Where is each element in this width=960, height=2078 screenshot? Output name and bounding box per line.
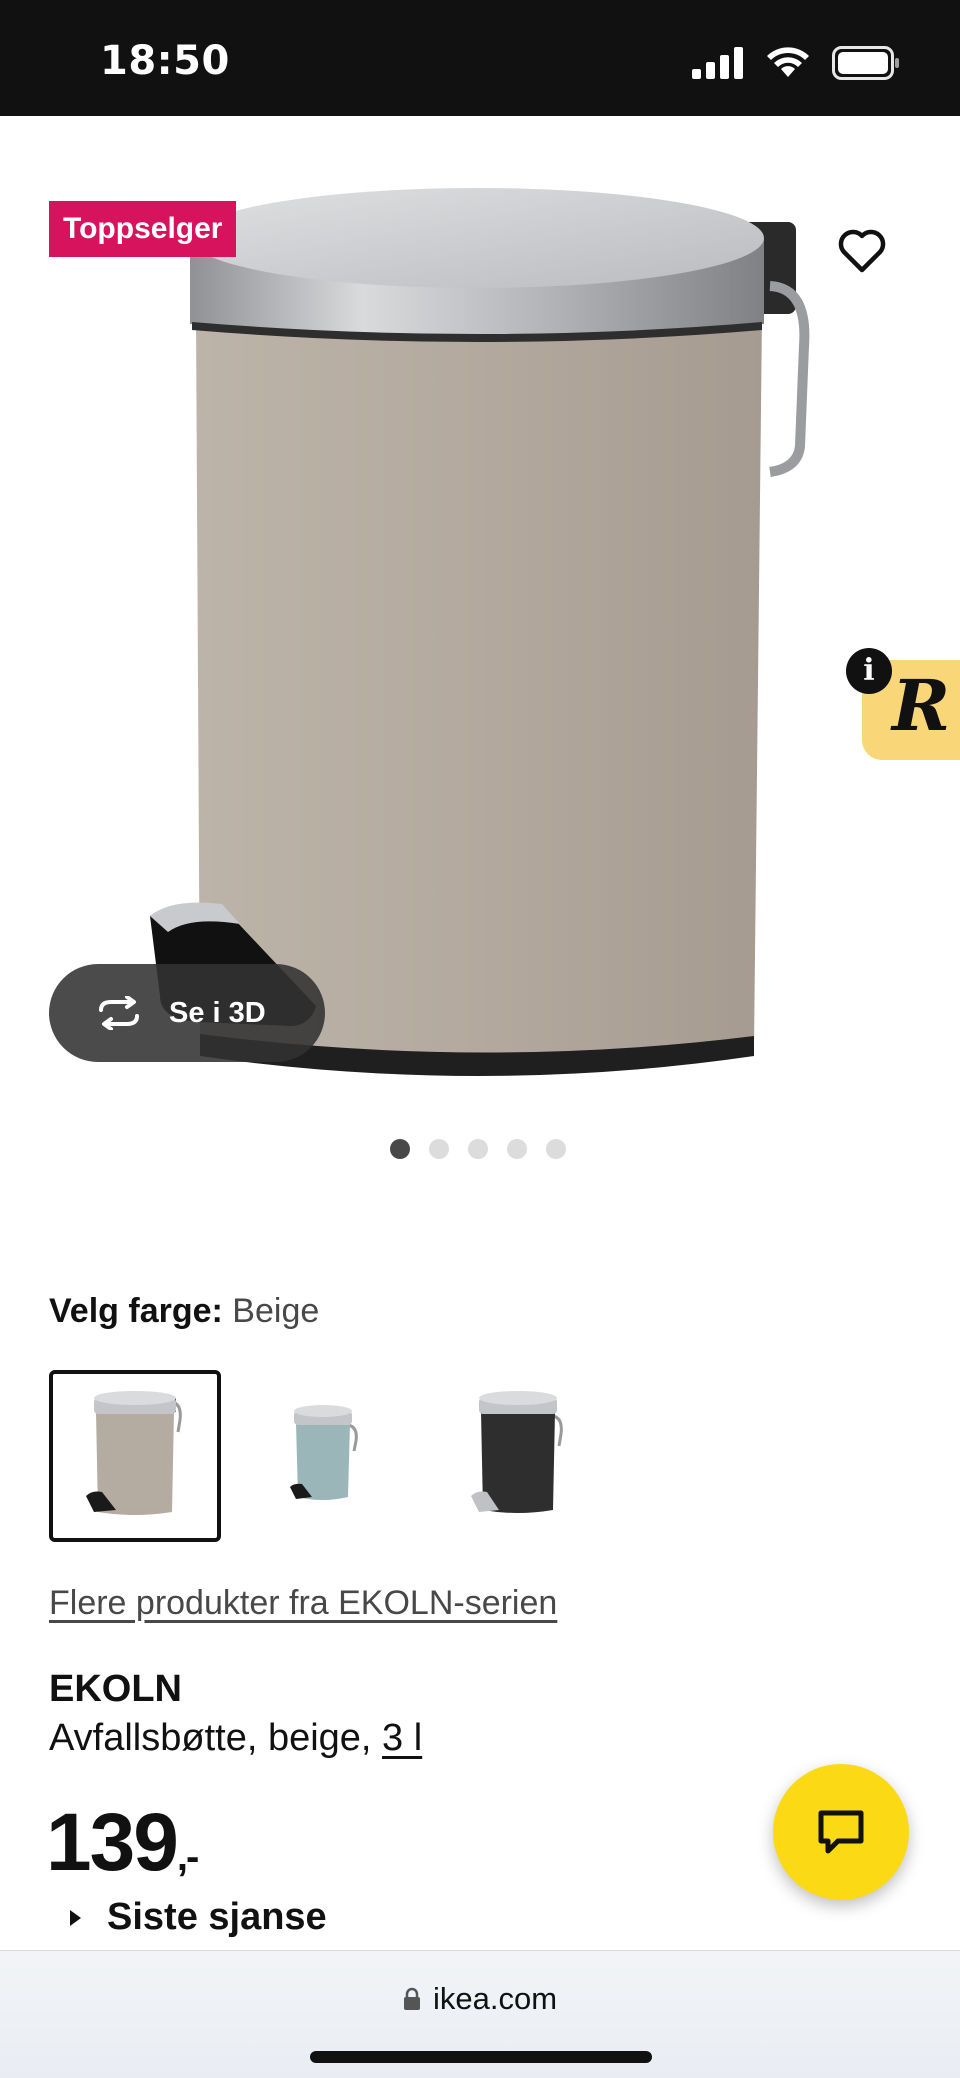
view-3d-button[interactable]: Se i 3D xyxy=(49,964,325,1062)
color-swatch-beige[interactable] xyxy=(49,1370,221,1542)
carousel-dot[interactable] xyxy=(390,1139,410,1159)
status-icons xyxy=(692,46,900,80)
chat-button[interactable] xyxy=(773,1764,909,1900)
bin-thumbnail xyxy=(471,1391,563,1513)
carousel-dot[interactable] xyxy=(468,1139,488,1159)
browser-bar: ikea.com xyxy=(0,1950,960,2078)
carousel-indicator xyxy=(390,1139,566,1159)
retailer-widget[interactable]: R i xyxy=(846,648,960,760)
bin-thumbnail xyxy=(86,1391,182,1515)
home-indicator[interactable] xyxy=(310,2051,652,2063)
product-description-text: Avfallsbøtte, beige, xyxy=(49,1717,383,1759)
address-bar[interactable]: ikea.com xyxy=(0,1981,960,2017)
series-link[interactable]: Flere produkter fra EKOLN-serien xyxy=(49,1584,557,1623)
color-swatch-turquoise[interactable] xyxy=(240,1370,412,1542)
color-label: Velg farge: xyxy=(49,1292,223,1330)
color-value: Beige xyxy=(232,1292,320,1330)
color-swatches xyxy=(49,1370,603,1542)
carousel-dot[interactable] xyxy=(546,1139,566,1159)
wifi-icon xyxy=(767,47,809,77)
color-selector-heading: Velg farge: Beige xyxy=(49,1292,319,1331)
carousel-dot[interactable] xyxy=(507,1139,527,1159)
rotate-3d-icon xyxy=(99,996,139,1030)
product-price: 139,- xyxy=(46,1796,199,1890)
topseller-badge: Toppselger xyxy=(49,201,237,257)
cellular-signal-icon xyxy=(692,47,743,79)
product-description: Avfallsbøtte, beige, 3 l xyxy=(49,1717,422,1760)
color-swatch-black[interactable] xyxy=(431,1370,603,1542)
r-logo-icon: R xyxy=(892,664,951,747)
battery-icon xyxy=(832,46,899,80)
price-value: 139 xyxy=(46,1797,179,1888)
heart-icon[interactable] xyxy=(832,220,892,280)
caret-right-icon xyxy=(70,1909,81,1926)
url-text: ikea.com xyxy=(432,1981,558,2016)
last-chance-toggle[interactable]: Siste sjanse xyxy=(70,1896,327,1939)
product-image-carousel[interactable]: Toppselger R i Se i 3D xyxy=(0,116,960,1116)
bin-thumbnail xyxy=(290,1405,358,1500)
product-name: EKOLN xyxy=(49,1668,182,1710)
price-suffix: ,- xyxy=(176,1835,199,1879)
status-bar: 18:50 xyxy=(0,0,960,116)
chat-icon xyxy=(818,1810,864,1854)
view-3d-label: Se i 3D xyxy=(169,996,266,1029)
product-size-link[interactable]: 3 l xyxy=(382,1717,422,1759)
carousel-dot[interactable] xyxy=(429,1139,449,1159)
lock-icon xyxy=(403,1987,420,2010)
info-icon[interactable]: i xyxy=(846,648,892,694)
last-chance-label: Siste sjanse xyxy=(107,1896,327,1938)
status-time: 18:50 xyxy=(100,38,230,84)
